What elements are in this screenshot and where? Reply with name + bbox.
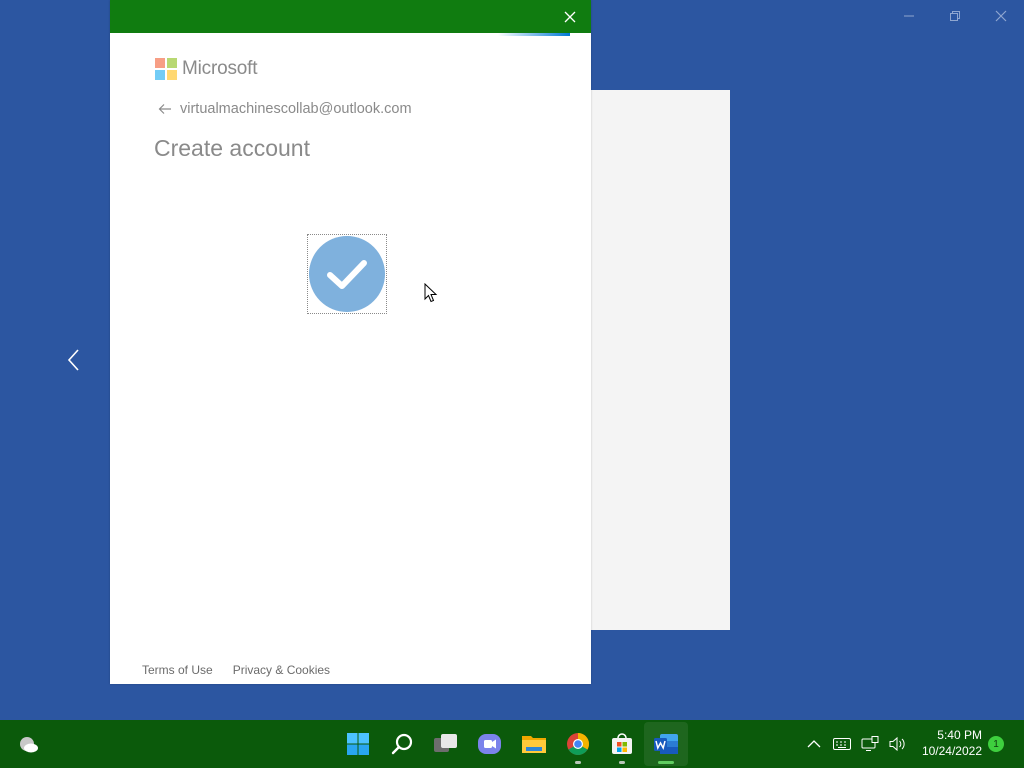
keyboard-icon <box>833 738 851 750</box>
chevron-up-icon <box>807 740 821 748</box>
weather-widget[interactable] <box>14 731 42 757</box>
identity-banner[interactable]: virtualmachinescollab@outlook.com <box>158 101 412 117</box>
close-icon <box>564 11 576 23</box>
task-view-button[interactable] <box>424 722 468 766</box>
file-explorer-button[interactable] <box>512 722 556 766</box>
file-explorer-icon <box>522 736 546 753</box>
terms-of-use-link[interactable]: Terms of Use <box>142 663 213 677</box>
search-button[interactable] <box>380 722 424 766</box>
create-account-dialog: Microsoft virtualmachinescollab@outlook.… <box>110 0 591 684</box>
microsoft-store-button[interactable] <box>600 722 644 766</box>
task-view-icon <box>434 734 457 752</box>
taskbar-clock[interactable]: 5:40 PM 10/24/2022 <box>912 727 982 759</box>
chevron-left-icon <box>67 349 79 371</box>
mouse-cursor-icon <box>424 282 438 308</box>
clock-date: 10/24/2022 <box>921 744 982 758</box>
dialog-footer: Terms of Use Privacy & Cookies <box>142 663 330 677</box>
dialog-close-button[interactable] <box>559 6 581 28</box>
success-checkmark <box>307 234 387 314</box>
microsoft-logo-icon <box>155 58 177 80</box>
identity-email: virtualmachinescollab@outlook.com <box>180 101 412 117</box>
dialog-titlebar <box>110 0 591 33</box>
show-hidden-icons-button[interactable] <box>800 730 828 758</box>
close-window-button[interactable] <box>978 0 1024 32</box>
running-indicator <box>658 761 674 764</box>
page-title: Create account <box>154 135 310 161</box>
brand-name: Microsoft <box>182 58 258 79</box>
weather-icon <box>20 737 38 753</box>
search-icon <box>391 733 413 755</box>
running-indicator <box>619 761 625 764</box>
start-icon <box>347 733 369 755</box>
back-button[interactable] <box>60 345 86 375</box>
microsoft-logo: Microsoft <box>155 58 257 80</box>
chrome-button[interactable] <box>556 722 600 766</box>
word-button[interactable] <box>644 722 688 766</box>
word-icon <box>654 734 678 754</box>
background-panel <box>591 90 730 630</box>
chat-button[interactable] <box>468 722 512 766</box>
start-button[interactable] <box>336 722 380 766</box>
minimize-icon <box>904 15 914 17</box>
notification-badge[interactable]: 1 <box>988 736 1004 752</box>
progress-indicator <box>498 33 570 36</box>
volume-indicator[interactable] <box>884 730 912 758</box>
checkmark-icon <box>309 236 385 312</box>
privacy-cookies-link[interactable]: Privacy & Cookies <box>233 663 330 677</box>
restore-button[interactable] <box>932 0 978 32</box>
chrome-icon <box>567 733 589 755</box>
microsoft-store-icon <box>612 733 632 754</box>
system-tray <box>800 722 912 766</box>
close-icon <box>995 10 1007 22</box>
input-indicator[interactable] <box>828 730 856 758</box>
running-indicator <box>575 761 581 764</box>
back-arrow-icon[interactable] <box>158 101 174 117</box>
restore-icon <box>950 11 960 21</box>
chat-icon <box>478 734 501 754</box>
network-indicator[interactable] <box>856 730 884 758</box>
network-icon <box>861 736 879 751</box>
taskbar-apps <box>336 722 688 766</box>
volume-icon <box>889 736 905 752</box>
clock-time: 5:40 PM <box>937 728 982 742</box>
minimize-button[interactable] <box>886 0 932 32</box>
window-controls <box>886 0 1024 32</box>
